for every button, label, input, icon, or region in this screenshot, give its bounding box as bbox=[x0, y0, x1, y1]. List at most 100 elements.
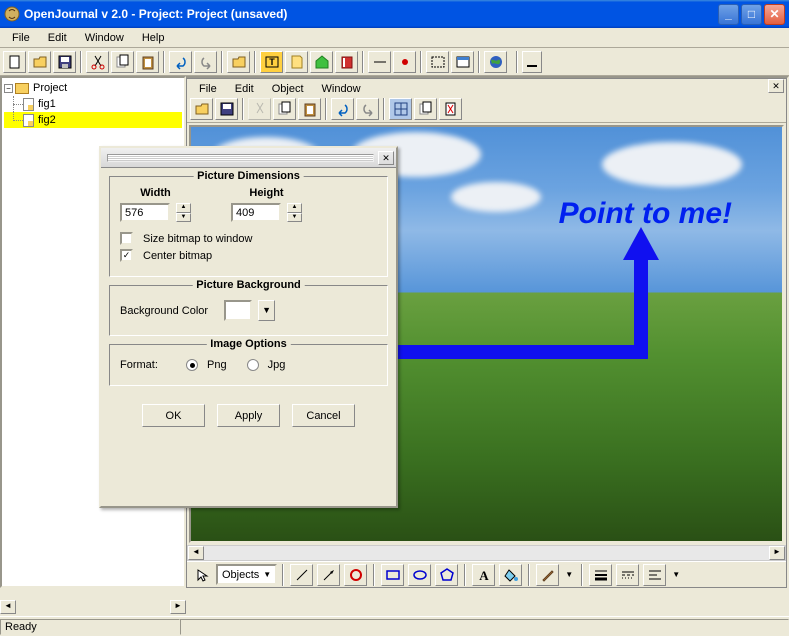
tree-label: fig2 bbox=[36, 114, 58, 126]
status-text: Ready bbox=[0, 619, 180, 635]
cut-button[interactable] bbox=[86, 51, 109, 73]
child-paste-button[interactable] bbox=[298, 98, 321, 120]
tree-item-fig1[interactable]: fig1 bbox=[4, 96, 182, 112]
background-group: Picture Background Background Color ▼ bbox=[109, 285, 388, 336]
bgcolor-swatch[interactable] bbox=[224, 300, 252, 321]
svg-text:A: A bbox=[479, 568, 489, 583]
objects-label: Objects bbox=[222, 569, 259, 581]
text-tool[interactable]: A bbox=[472, 564, 495, 586]
pointer-tool[interactable] bbox=[190, 564, 213, 586]
record-button[interactable] bbox=[393, 51, 416, 73]
fill-tool[interactable] bbox=[499, 564, 522, 586]
apply-button[interactable]: Apply bbox=[217, 404, 280, 427]
note-button[interactable] bbox=[285, 51, 308, 73]
minimize-tool-button[interactable] bbox=[522, 51, 542, 73]
text-frame-button[interactable]: T bbox=[260, 51, 283, 73]
arrow-tool[interactable] bbox=[317, 564, 340, 586]
menu-file[interactable]: File bbox=[4, 30, 38, 46]
line-tool[interactable] bbox=[290, 564, 313, 586]
close-button[interactable]: ✕ bbox=[764, 4, 785, 25]
tag-button[interactable] bbox=[310, 51, 333, 73]
dimensions-group: Picture Dimensions Width ▲▼ Height ▲▼ Si… bbox=[109, 176, 388, 277]
dimensions-title: Picture Dimensions bbox=[193, 170, 304, 182]
center-bitmap-checkbox[interactable]: ✓ bbox=[120, 249, 133, 262]
child-close-button[interactable]: ✕ bbox=[768, 79, 784, 93]
minimize-button[interactable]: _ bbox=[718, 4, 739, 25]
background-title: Picture Background bbox=[192, 279, 305, 291]
tree-item-fig2[interactable]: fig2 bbox=[4, 112, 182, 128]
png-radio[interactable] bbox=[186, 359, 198, 371]
canvas-hscroll[interactable]: ◄► bbox=[187, 545, 786, 561]
height-spinner[interactable]: ▲▼ bbox=[287, 203, 302, 222]
cancel-button[interactable]: Cancel bbox=[292, 404, 355, 427]
width-label: Width bbox=[120, 187, 191, 199]
align-dropdown[interactable]: ▼ bbox=[670, 564, 682, 586]
tree-hscroll[interactable]: ◄► bbox=[0, 600, 186, 616]
options-group: Image Options Format: Png Jpg bbox=[109, 344, 388, 386]
collapse-icon[interactable]: − bbox=[4, 84, 13, 93]
format-label: Format: bbox=[120, 359, 180, 371]
line-button[interactable] bbox=[368, 51, 391, 73]
arrow-annotation bbox=[361, 222, 681, 422]
redo-button[interactable] bbox=[194, 51, 217, 73]
size-bitmap-row[interactable]: Size bitmap to window bbox=[120, 232, 377, 245]
jpg-radio[interactable] bbox=[247, 359, 259, 371]
brush-tool[interactable] bbox=[536, 564, 559, 586]
tree-root[interactable]: − Project bbox=[4, 80, 182, 96]
polygon-tool[interactable] bbox=[435, 564, 458, 586]
child-save-button[interactable] bbox=[215, 98, 238, 120]
child-redo-button[interactable] bbox=[356, 98, 379, 120]
child-toolbar bbox=[187, 95, 786, 123]
save-button[interactable] bbox=[53, 51, 76, 73]
globe-button[interactable] bbox=[484, 51, 507, 73]
center-bitmap-label: Center bitmap bbox=[143, 250, 212, 262]
child-del-page-button[interactable] bbox=[439, 98, 462, 120]
width-spinner[interactable]: ▲▼ bbox=[176, 203, 191, 222]
linestyle-tool[interactable] bbox=[616, 564, 639, 586]
select-rect-button[interactable] bbox=[426, 51, 449, 73]
linewidth-tool[interactable] bbox=[589, 564, 612, 586]
window-icon-button[interactable] bbox=[451, 51, 474, 73]
tree-label: fig1 bbox=[36, 98, 58, 110]
center-bitmap-row[interactable]: ✓ Center bitmap bbox=[120, 249, 377, 262]
child-grid-button[interactable] bbox=[389, 98, 412, 120]
child-menu-edit[interactable]: Edit bbox=[227, 81, 262, 97]
new-button[interactable] bbox=[3, 51, 26, 73]
bgcolor-dropdown[interactable]: ▼ bbox=[258, 300, 275, 321]
height-input[interactable] bbox=[231, 203, 281, 222]
child-undo-button[interactable] bbox=[331, 98, 354, 120]
undo-button[interactable] bbox=[169, 51, 192, 73]
child-menu-file[interactable]: File bbox=[191, 81, 225, 97]
child-copy-page-button[interactable] bbox=[414, 98, 437, 120]
figure-icon bbox=[23, 98, 34, 111]
window-titlebar: OpenJournal v 2.0 - Project: Project (un… bbox=[0, 0, 789, 28]
window-title: OpenJournal v 2.0 - Project: Project (un… bbox=[24, 7, 718, 21]
book-button[interactable] bbox=[335, 51, 358, 73]
menu-help[interactable]: Help bbox=[134, 30, 173, 46]
circle-red-tool[interactable] bbox=[344, 564, 367, 586]
menu-edit[interactable]: Edit bbox=[40, 30, 75, 46]
child-menu-window[interactable]: Window bbox=[314, 81, 369, 97]
ok-button[interactable]: OK bbox=[142, 404, 205, 427]
child-copy-button[interactable] bbox=[273, 98, 296, 120]
rect-tool[interactable] bbox=[381, 564, 404, 586]
child-menu-object[interactable]: Object bbox=[264, 81, 312, 97]
child-cut-button[interactable] bbox=[248, 98, 271, 120]
align-tool[interactable] bbox=[643, 564, 666, 586]
paste-button[interactable] bbox=[136, 51, 159, 73]
child-open-button[interactable] bbox=[190, 98, 213, 120]
bgcolor-label: Background Color bbox=[120, 305, 208, 317]
brush-dropdown[interactable]: ▼ bbox=[563, 564, 575, 586]
copy-button[interactable] bbox=[111, 51, 134, 73]
dialog-close-button[interactable]: ✕ bbox=[378, 151, 394, 165]
menu-window[interactable]: Window bbox=[77, 30, 132, 46]
open-button[interactable] bbox=[28, 51, 51, 73]
ellipse-tool[interactable] bbox=[408, 564, 431, 586]
folder-button[interactable] bbox=[227, 51, 250, 73]
dialog-titlebar[interactable]: ✕ bbox=[101, 148, 396, 168]
maximize-button[interactable]: □ bbox=[741, 4, 762, 25]
width-input[interactable] bbox=[120, 203, 170, 222]
objects-dropdown[interactable]: Objects ▼ bbox=[216, 564, 277, 585]
size-bitmap-checkbox[interactable] bbox=[120, 232, 133, 245]
options-title: Image Options bbox=[206, 338, 290, 350]
